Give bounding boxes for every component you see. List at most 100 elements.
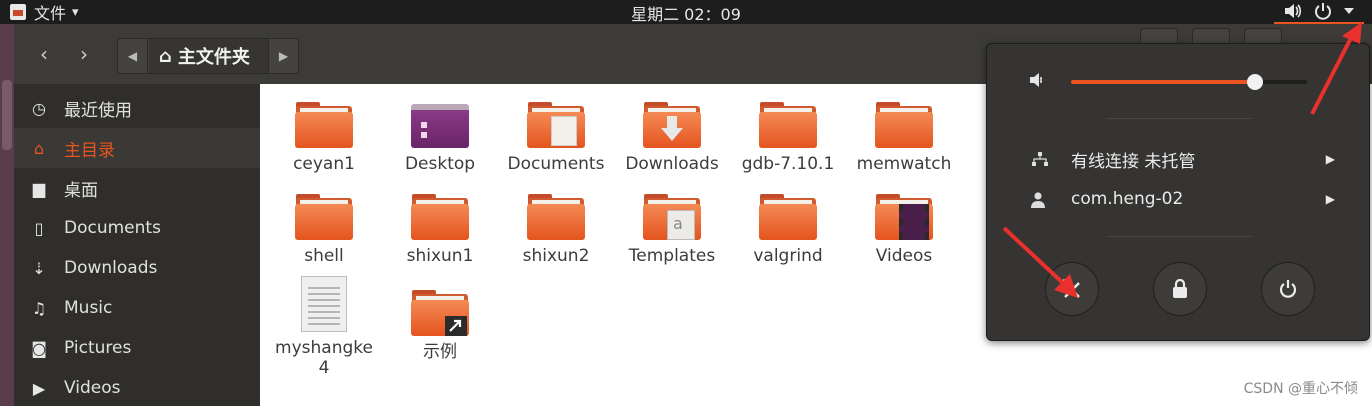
folder-icon (875, 100, 933, 150)
file-item[interactable]: a Templates (614, 192, 730, 266)
path-home-button[interactable]: ⌂ 主文件夹 (149, 39, 269, 73)
file-item[interactable]: memwatch (846, 100, 962, 174)
file-item[interactable]: Documents (498, 100, 614, 174)
desktop-folder-icon: ▆ (32, 178, 46, 198)
file-label: shixun1 (406, 246, 474, 266)
link-folder-icon (411, 288, 469, 338)
sidebar-item-label: Music (64, 298, 113, 318)
downloads-folder-icon (643, 100, 701, 150)
file-label: Videos (875, 246, 933, 266)
sidebar-item-documents[interactable]: ▯ Documents (14, 208, 260, 248)
submenu-arrow-icon: ▶ (1325, 192, 1335, 206)
file-item[interactable]: gdb-7.10.1 (730, 100, 846, 174)
sidebar-item-label: 主目录 (64, 140, 115, 161)
file-item[interactable]: shixun1 (382, 192, 498, 266)
file-item[interactable]: ceyan1 (266, 100, 382, 174)
back-button[interactable]: ‹ (24, 40, 64, 70)
path-scroll-left-button[interactable]: ◀ (118, 39, 148, 73)
menu-separator (1107, 118, 1251, 119)
power-icon (1279, 280, 1297, 298)
user-menu-item[interactable]: com.heng-02 ▶ (987, 184, 1371, 214)
file-label: shell (304, 246, 344, 266)
file-label: valgrind (753, 246, 823, 266)
file-item[interactable]: 示例 (382, 288, 498, 362)
file-item[interactable]: shell (266, 192, 382, 266)
desktop-folder-icon (411, 100, 469, 150)
file-item[interactable]: Videos (846, 192, 962, 266)
system-tray (1274, 0, 1364, 24)
lock-icon (1173, 278, 1187, 298)
sidebar-item-label: Documents (64, 218, 161, 238)
folder-icon (527, 192, 585, 242)
file-item[interactable]: valgrind (730, 192, 846, 266)
home-icon: ⌂ (159, 45, 172, 67)
sidebar-item-label: 桌面 (64, 180, 98, 201)
user-icon (1031, 192, 1045, 208)
app-menu-arrow-icon: ▾ (72, 4, 79, 20)
volume-icon (1285, 4, 1302, 18)
launcher-edge (0, 24, 14, 406)
document-icon: ▯ (34, 218, 44, 238)
documents-folder-icon (527, 100, 585, 150)
settings-tools-icon (1061, 279, 1080, 298)
file-label: Downloads (625, 154, 719, 174)
path-scroll-right-button[interactable]: ▶ (268, 39, 298, 73)
file-label: Desktop (404, 154, 476, 174)
file-item[interactable]: myshangke 4 (266, 276, 382, 378)
dropdown-arrow-icon (1344, 8, 1354, 14)
file-label: Documents (507, 154, 605, 174)
file-label: shixun2 (522, 246, 590, 266)
file-item[interactable]: shixun2 (498, 192, 614, 266)
sidebar-item-label: Downloads (64, 258, 158, 278)
path-bar: ◀ ⌂ 主文件夹 ▶ (117, 38, 299, 74)
file-label: gdb-7.10.1 (741, 154, 835, 174)
submenu-arrow-icon: ▶ (1325, 152, 1335, 166)
path-current-label: 主文件夹 (177, 47, 250, 68)
sidebar-item-label: Pictures (64, 338, 132, 358)
volume-slider-handle[interactable] (1247, 74, 1264, 90)
file-item[interactable]: Desktop (382, 100, 498, 174)
system-menu: 有线连接 未托管 ▶ com.heng-02 ▶ (986, 43, 1370, 341)
clock[interactable]: 星期二 02：09 (631, 5, 741, 24)
shortcut-arrow-icon (445, 316, 467, 336)
file-label: myshangke 4 (266, 338, 382, 378)
settings-button[interactable] (1045, 262, 1099, 316)
file-label: Templates (628, 246, 716, 266)
sidebar-item-downloads[interactable]: ⇣ Downloads (14, 248, 260, 288)
folder-icon (759, 100, 817, 150)
sidebar-item-pictures[interactable]: ◙ Pictures (14, 328, 260, 368)
files-app-icon (10, 4, 26, 20)
clock-icon: ◷ (32, 98, 46, 118)
file-label-line-2: 4 (318, 358, 330, 378)
app-menu-label: 文件 (34, 4, 67, 23)
camera-icon: ◙ (31, 338, 47, 358)
network-wired-icon (1032, 152, 1048, 166)
file-item[interactable]: Downloads (614, 100, 730, 174)
volume-slider[interactable] (1071, 74, 1307, 90)
lock-button[interactable] (1153, 262, 1207, 316)
folder-icon (411, 192, 469, 242)
sidebar-item-desktop[interactable]: ▆ 桌面 (14, 168, 260, 208)
volume-slider-fill (1071, 80, 1256, 84)
templates-folder-icon: a (643, 192, 701, 242)
file-label-line-1: myshangke (275, 338, 373, 358)
launcher-scroll-handle[interactable] (2, 80, 12, 150)
power-icon (1315, 3, 1331, 20)
folder-icon (295, 100, 353, 150)
sidebar-item-videos[interactable]: ▶ Videos (14, 368, 260, 406)
volume-icon (1030, 73, 1042, 87)
network-menu-item[interactable]: 有线连接 未托管 ▶ (987, 144, 1371, 174)
videos-folder-icon (875, 192, 933, 242)
network-label: 有线连接 未托管 (1071, 151, 1196, 172)
clock-container: 星期二 02：09 (0, 1, 1372, 25)
sidebar-item-home[interactable]: ⌂ 主目录 (14, 128, 260, 168)
sidebar-item-music[interactable]: ♫ Music (14, 288, 260, 328)
user-label: com.heng-02 (1071, 189, 1184, 209)
system-status-area[interactable] (1274, 0, 1364, 24)
folder-icon (759, 192, 817, 242)
sidebar-item-recent[interactable]: ◷ 最近使用 (14, 88, 260, 128)
menu-separator (1107, 236, 1251, 237)
power-off-button[interactable] (1261, 262, 1315, 316)
app-menu[interactable]: 文件 ▾ (10, 1, 79, 23)
forward-button[interactable]: › (64, 40, 104, 70)
